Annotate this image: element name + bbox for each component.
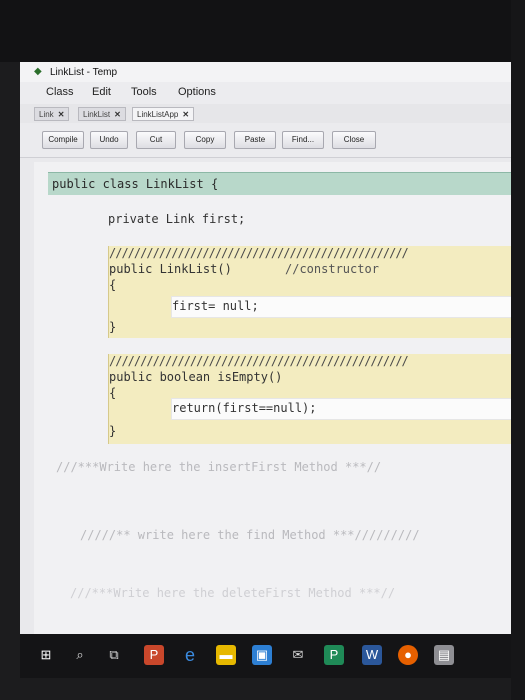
bluej-app-icon: ◆ — [34, 66, 42, 77]
code-editor[interactable]: public class LinkList { private Link fir… — [34, 162, 511, 634]
edge-icon[interactable]: e — [180, 645, 200, 665]
find-comment: /////** write here the find Method ***//… — [80, 528, 420, 542]
mail-icon[interactable]: ✉ — [288, 645, 308, 665]
tab-linklist[interactable]: LinkList ✕ — [78, 107, 126, 121]
menu-tools[interactable]: Tools — [131, 86, 157, 98]
task-view-icon[interactable]: ⧉ — [104, 645, 124, 665]
isempty-statement: return(first==null); — [172, 401, 317, 415]
tab-link-label: Link — [39, 110, 54, 119]
isempty-block: ////////////////////////////////////////… — [108, 354, 511, 444]
close-button[interactable]: Close — [332, 131, 376, 149]
tab-linklist-label: LinkList — [83, 110, 111, 119]
cut-button[interactable]: Cut — [136, 131, 176, 149]
window-title: LinkList - Temp — [50, 67, 118, 78]
menu-bar: Class Edit Tools Options — [20, 82, 511, 104]
title-bar: ◆ LinkList - Temp — [20, 62, 511, 82]
bluej-icon[interactable]: ▤ — [434, 645, 454, 665]
tab-linklistapp-label: LinkListApp — [137, 110, 179, 119]
constructor-comment: //constructor — [285, 262, 379, 276]
file-explorer-icon[interactable]: ▬ — [216, 645, 236, 665]
close-icon[interactable]: ✕ — [114, 110, 121, 119]
isempty-signature: public boolean isEmpty() — [109, 370, 283, 384]
bluej-editor-window: ◆ LinkList - Temp Class Edit Tools Optio… — [20, 62, 511, 634]
tab-link[interactable]: Link ✕ — [34, 107, 70, 121]
deletefirst-comment: ///***Write here the deleteFirst Method … — [70, 586, 396, 600]
undo-button[interactable]: Undo — [90, 131, 128, 149]
paste-button[interactable]: Paste — [234, 131, 276, 149]
constructor-body: first= null; — [171, 296, 511, 318]
class-declaration: public class LinkList { — [52, 177, 219, 191]
firefox-icon[interactable]: ● — [398, 645, 418, 665]
constructor-signature: public LinkList() — [109, 262, 232, 276]
separator-comment: ////////////////////////////////////////… — [109, 354, 409, 368]
word-icon[interactable]: W — [362, 645, 382, 665]
open-brace: { — [109, 386, 117, 400]
isempty-body: return(first==null); — [171, 398, 511, 420]
insertfirst-comment: ///***Write here the insertFirst Method … — [56, 460, 382, 474]
compile-button[interactable]: Compile — [42, 131, 84, 149]
powerpoint-icon[interactable]: P — [144, 645, 164, 665]
find-button[interactable]: Find... — [282, 131, 324, 149]
menu-class[interactable]: Class — [46, 86, 74, 98]
monitor-bezel-right — [511, 0, 525, 700]
menu-options[interactable]: Options — [178, 86, 216, 98]
store-icon[interactable]: ▣ — [252, 645, 272, 665]
tab-linklistapp[interactable]: LinkListApp ✕ — [132, 107, 195, 121]
editor-tab-bar: Link ✕ LinkList ✕ LinkListApp ✕ — [20, 104, 511, 123]
separator-comment: ////////////////////////////////////////… — [109, 246, 409, 260]
search-icon[interactable]: ⌕ — [70, 645, 90, 665]
menu-edit[interactable]: Edit — [92, 86, 111, 98]
constructor-statement: first= null; — [172, 299, 259, 313]
constructor-block: ////////////////////////////////////////… — [108, 246, 511, 338]
editor-toolbar: Compile Undo Cut Copy Paste Find... Clos… — [20, 123, 511, 158]
publisher-icon[interactable]: P — [324, 645, 344, 665]
monitor-bezel-top — [0, 0, 525, 62]
windows-start-icon[interactable]: ⊞ — [36, 645, 56, 665]
open-brace: { — [109, 278, 117, 292]
close-icon[interactable]: ✕ — [182, 110, 189, 119]
windows-taskbar: ⊞ ⌕ ⧉ P e ▬ ▣ ✉ P W ● ▤ — [20, 634, 511, 678]
close-icon[interactable]: ✕ — [58, 110, 65, 119]
copy-button[interactable]: Copy — [184, 131, 226, 149]
class-declaration-block: public class LinkList { — [48, 172, 511, 195]
close-brace: } — [109, 320, 117, 334]
field-declaration: private Link first; — [108, 212, 246, 226]
close-brace: } — [109, 424, 117, 438]
